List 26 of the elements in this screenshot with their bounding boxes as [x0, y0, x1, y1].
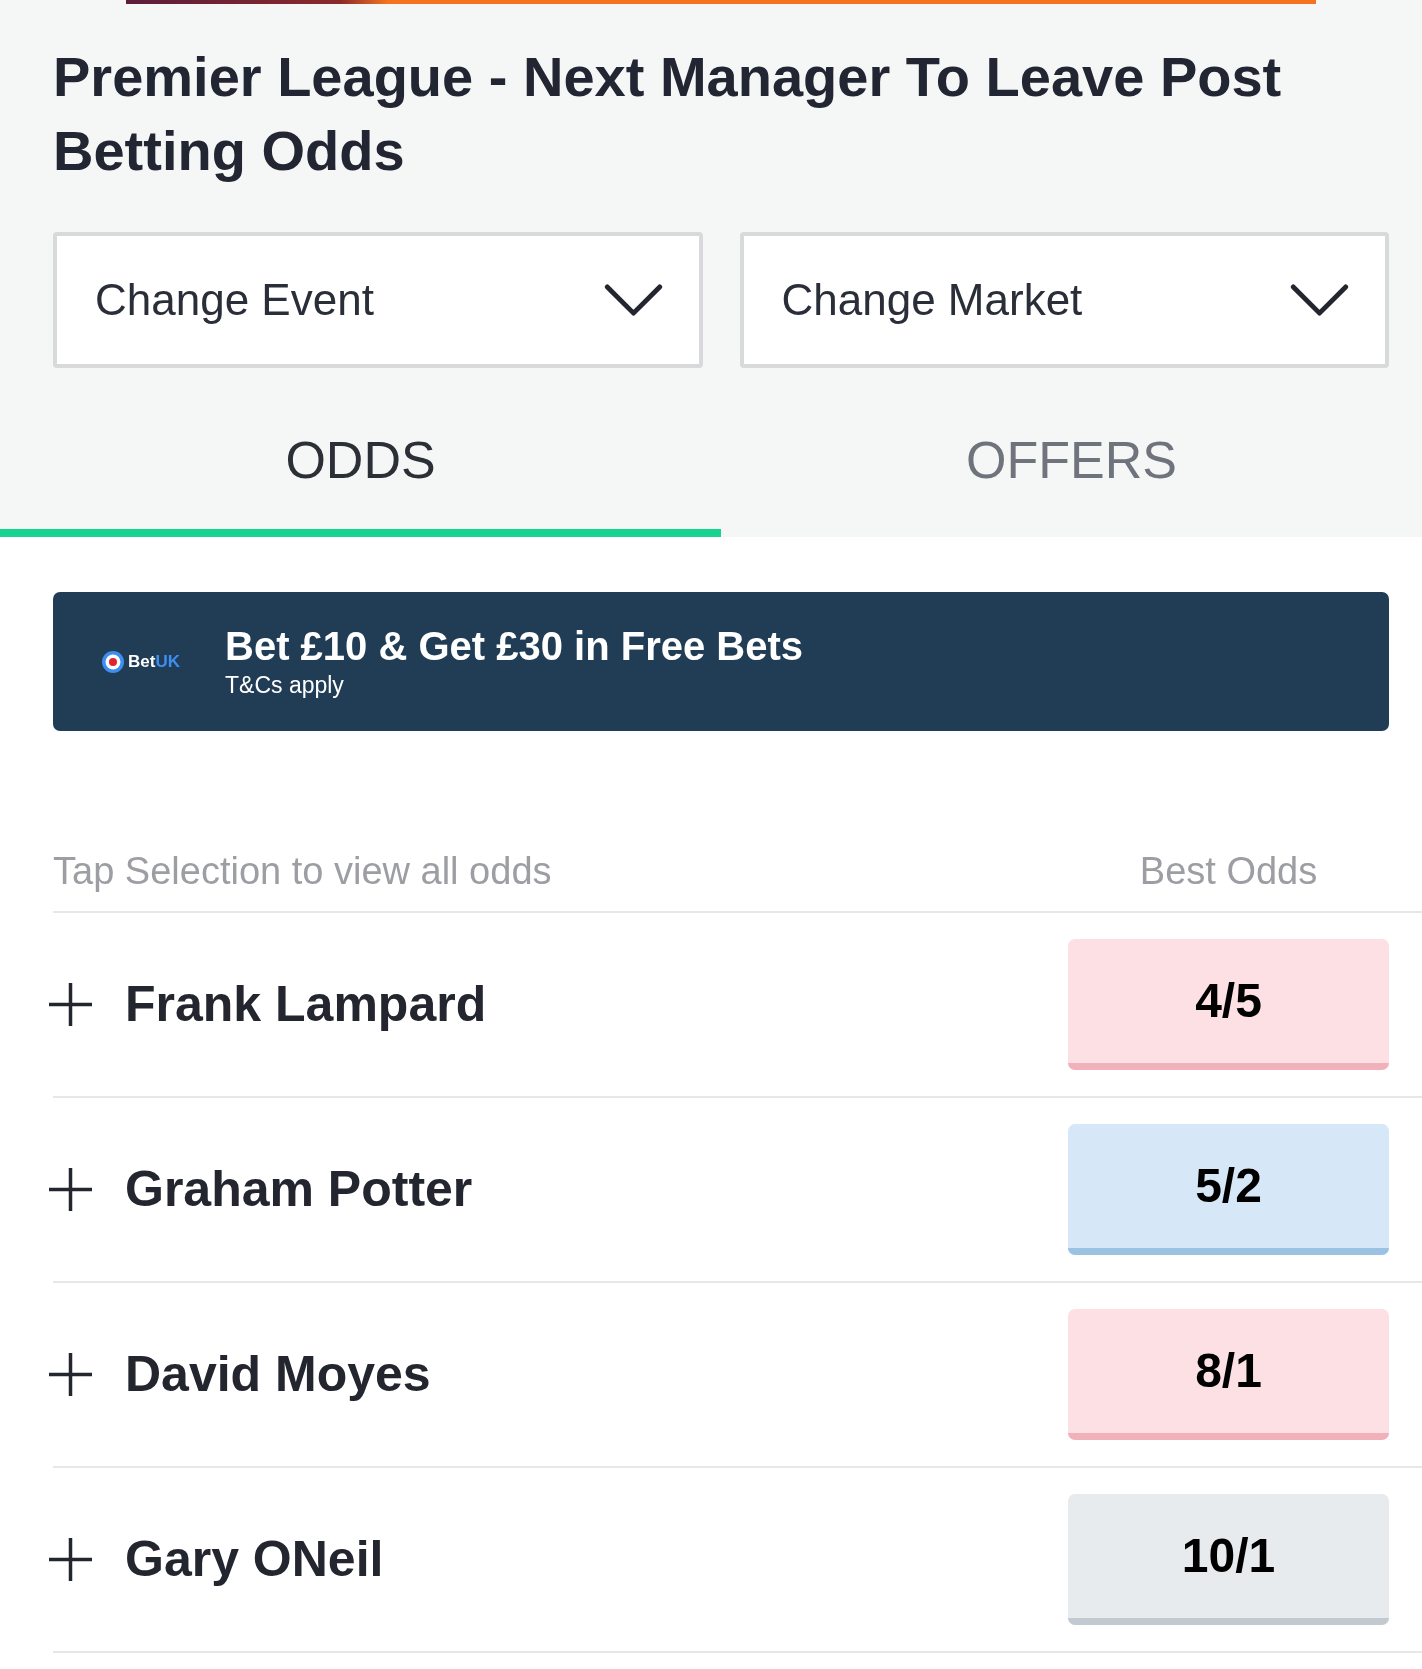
odds-button[interactable]: 5/2	[1068, 1124, 1389, 1255]
list-hint: Tap Selection to view all odds	[53, 851, 552, 891]
tab[interactable]: ODDS	[0, 390, 721, 537]
plus-icon	[49, 1538, 92, 1581]
selection-button[interactable]: Graham Potter	[49, 1152, 473, 1227]
column-header: Best Odds	[1139, 851, 1318, 891]
chevron-down-icon	[1290, 283, 1349, 317]
plus-icon	[49, 983, 92, 1026]
selection-button[interactable]: David Moyes	[49, 1337, 431, 1412]
promo-banner[interactable]: BetUK Bet £10 & Get £30 in Free Bets T&Cs apply	[53, 592, 1389, 731]
promo-terms: T&Cs apply	[225, 670, 345, 700]
chevron-down-icon	[603, 283, 663, 317]
promo-headline: Bet £10 & Get £30 in Free Bets	[225, 622, 804, 669]
dropdown-select[interactable]: Change Event	[53, 232, 703, 368]
selection-button[interactable]: Gary ONeil	[49, 1522, 384, 1597]
odds-button[interactable]: 4/5	[1068, 939, 1389, 1070]
odds-button[interactable]: 10/1	[1068, 1494, 1389, 1625]
dropdown-select[interactable]: Change Market	[739, 232, 1389, 368]
logo-text: BetUK	[128, 653, 180, 670]
plus-icon	[49, 1168, 92, 1211]
target-logo-icon	[102, 650, 124, 673]
odds-button[interactable]: 8/1	[1068, 1309, 1389, 1440]
selection-button[interactable]: Frank Lampard	[49, 967, 487, 1042]
tab[interactable]: OFFERS	[721, 390, 1422, 537]
plus-icon	[49, 1353, 92, 1396]
page-title: Premier League - Next Manager To Leave Post Betting Odds	[53, 44, 1283, 184]
